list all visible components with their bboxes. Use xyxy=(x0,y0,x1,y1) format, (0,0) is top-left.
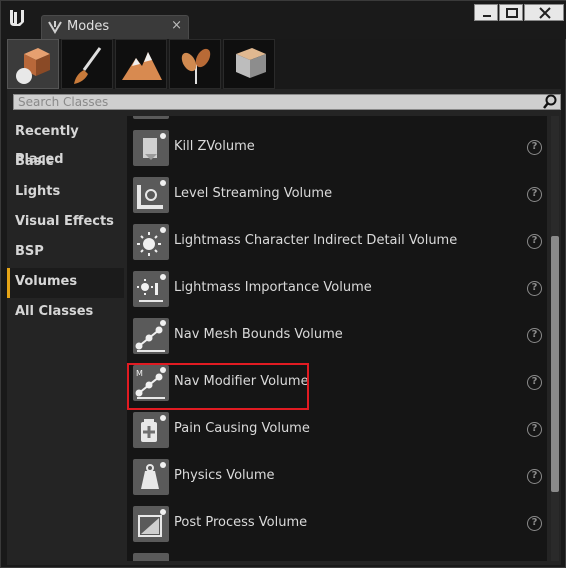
category-label: Visual Effects xyxy=(15,214,114,229)
list-item[interactable] xyxy=(127,116,547,125)
item-label: Level Streaming Volume xyxy=(174,186,333,201)
tab-title: Modes xyxy=(67,19,110,34)
help-icon[interactable]: ? xyxy=(527,328,542,343)
maximize-button[interactable] xyxy=(499,4,523,21)
category-label: All Classes xyxy=(15,304,94,319)
mode-paint-button[interactable] xyxy=(61,39,113,89)
category-visual-effects[interactable]: Visual Effects xyxy=(7,208,124,238)
post-process-icon xyxy=(133,506,169,542)
category-list: Recently Placed Basic Lights Visual Effe… xyxy=(7,118,124,328)
mode-toolbar xyxy=(7,39,275,89)
item-label: Lightmass Character Indirect Detail Volu… xyxy=(174,233,458,248)
tab-close-button[interactable]: × xyxy=(171,18,182,33)
list-item[interactable]: Lightmass Character Indirect Detail Volu… xyxy=(127,219,547,266)
list-item[interactable] xyxy=(127,548,547,561)
category-basic[interactable]: Basic xyxy=(7,148,124,178)
lightmass-importance-icon xyxy=(133,271,169,307)
first-aid-icon xyxy=(133,412,169,448)
modes-window: Modes × Search Classes Recently Placed B… xyxy=(0,0,566,568)
scrollbar-thumb[interactable] xyxy=(551,236,559,492)
search-icon[interactable] xyxy=(542,94,558,110)
item-label: Lightmass Importance Volume xyxy=(174,280,372,295)
item-label: Pain Causing Volume xyxy=(174,421,310,436)
close-icon xyxy=(539,7,551,19)
help-icon[interactable]: ? xyxy=(527,281,542,296)
help-icon[interactable]: ? xyxy=(527,140,542,155)
modes-icon xyxy=(48,21,62,34)
category-label: Lights xyxy=(15,184,61,199)
list-item[interactable]: Lightmass Importance Volume ? xyxy=(127,266,547,313)
mode-place-button[interactable] xyxy=(7,39,59,89)
help-icon[interactable]: ? xyxy=(527,234,542,249)
mode-landscape-button[interactable] xyxy=(115,39,167,89)
volume-icon xyxy=(133,553,169,561)
help-icon[interactable]: ? xyxy=(527,375,542,390)
title-bar[interactable]: Modes × xyxy=(1,1,566,39)
unreal-logo-icon xyxy=(10,10,24,26)
minimize-button[interactable] xyxy=(474,4,498,21)
list-item[interactable]: Level Streaming Volume ? xyxy=(127,172,547,219)
list-item[interactable]: Pain Causing Volume ? xyxy=(127,407,547,454)
minimize-icon xyxy=(483,15,491,17)
cube-sphere-icon xyxy=(16,48,50,84)
box-edit-icon xyxy=(236,48,266,78)
help-icon[interactable]: ? xyxy=(527,187,542,202)
help-icon[interactable]: ? xyxy=(527,516,542,531)
leaves-icon xyxy=(181,48,211,84)
weight-icon xyxy=(133,459,169,495)
kill-z-volume-icon xyxy=(133,130,169,166)
nav-mesh-icon xyxy=(133,318,169,354)
help-icon[interactable]: ? xyxy=(527,469,542,484)
mode-geometry-button[interactable] xyxy=(223,39,275,89)
window-controls xyxy=(474,4,564,22)
volume-icon xyxy=(133,116,169,119)
maximize-icon xyxy=(506,8,518,18)
category-label: Basic xyxy=(15,154,54,169)
category-bsp[interactable]: BSP xyxy=(7,238,124,268)
list-item[interactable]: Post Process Volume ? xyxy=(127,501,547,548)
item-label: Physics Volume xyxy=(174,468,275,483)
sun-icon xyxy=(133,224,169,260)
item-label: Nav Mesh Bounds Volume xyxy=(174,327,343,342)
list-item[interactable]: Physics Volume ? xyxy=(127,454,547,501)
search-input[interactable] xyxy=(14,95,540,109)
tab-modes[interactable]: Modes × xyxy=(41,15,189,39)
category-label: Volumes xyxy=(15,274,78,289)
class-list: Kill ZVolume ? Level Streaming Volume ? … xyxy=(127,116,547,561)
place-mode-panel: Recently Placed Basic Lights Visual Effe… xyxy=(7,89,561,565)
mountain-icon xyxy=(122,52,162,80)
category-recently-placed[interactable]: Recently Placed xyxy=(7,118,124,167)
paintbrush-icon xyxy=(74,47,102,84)
selection-highlight xyxy=(127,363,309,410)
level-streaming-icon xyxy=(133,177,169,213)
search-box[interactable] xyxy=(13,94,561,110)
item-label: Kill ZVolume xyxy=(174,139,255,154)
list-item[interactable]: Kill ZVolume ? xyxy=(127,125,547,172)
help-icon[interactable]: ? xyxy=(527,422,542,437)
category-label: BSP xyxy=(15,244,44,259)
item-label: Post Process Volume xyxy=(174,515,308,530)
close-button[interactable] xyxy=(524,4,564,21)
category-all-classes[interactable]: All Classes xyxy=(7,298,124,328)
category-lights[interactable]: Lights xyxy=(7,178,124,208)
list-item[interactable]: Nav Mesh Bounds Volume ? xyxy=(127,313,547,360)
list-scrollbar[interactable] xyxy=(551,116,559,561)
category-volumes[interactable]: Volumes xyxy=(7,268,124,298)
mode-foliage-button[interactable] xyxy=(169,39,221,89)
